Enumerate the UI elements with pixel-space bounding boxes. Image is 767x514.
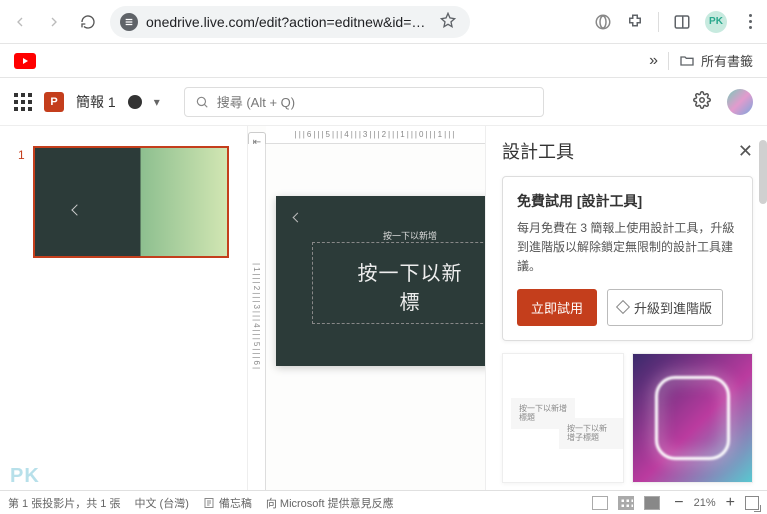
separator [658, 12, 659, 32]
settings-icon[interactable] [693, 91, 711, 112]
design-suggestion-2[interactable] [632, 353, 754, 483]
account-avatar[interactable] [727, 89, 753, 115]
main-area: 1 ⇤ |||6|||5|||4|||3|||2|||1|||0|||1||| … [0, 126, 767, 490]
back-button[interactable] [8, 10, 32, 34]
upsell-title: 免費試用 [設計工具] [517, 191, 738, 211]
design-suggestion-1[interactable]: 按一下以新增 標題 按一下以新增子標題 [502, 353, 624, 483]
youtube-bookmark-icon[interactable] [14, 53, 36, 69]
upsell-body: 每月免費在 3 簡報上使用設計工具，升級到進階版以解除鎖定無限制的設計工具建議。 [517, 219, 738, 277]
upsell-card: 免費試用 [設計工具] 每月免費在 3 簡報上使用設計工具，升級到進階版以解除鎖… [502, 176, 753, 341]
extensions-icon[interactable] [626, 13, 644, 31]
address-bar[interactable]: onedrive.live.com/edit?action=editnew&id… [110, 6, 470, 38]
slide-thumbnail[interactable] [33, 146, 229, 258]
upgrade-button[interactable]: 升級到進階版 [607, 289, 723, 326]
search-placeholder: 搜尋 (Alt + Q) [217, 92, 295, 111]
slide-number: 1 [18, 146, 25, 162]
designer-title: 設計工具 [502, 138, 574, 164]
close-icon[interactable]: ✕ [738, 141, 753, 162]
fit-to-window-icon[interactable] [745, 496, 759, 510]
powerpoint-logo-icon[interactable]: P [44, 92, 64, 112]
chrome-menu-icon[interactable] [741, 14, 759, 29]
app-launcher-icon[interactable] [14, 93, 32, 111]
status-bar: 第 1 張投影片，共 1 張 中文 (台灣) 備忘稿 向 Microsoft 提… [0, 490, 767, 514]
app-header: P 簡報 1 ▾ 搜尋 (Alt + Q) [0, 78, 767, 126]
placeholder-line2: 標 [333, 286, 485, 315]
bookmarks-bar: » 所有書籤 [0, 44, 767, 78]
opera-extension-icon[interactable] [594, 13, 612, 31]
site-info-icon[interactable] [120, 13, 138, 31]
search-icon [195, 95, 209, 109]
vertical-ruler: |1|||2|||3|||4|||5|||6| [248, 144, 266, 490]
placeholder-line1: 按一下以新 [333, 257, 485, 286]
slide-thumbnail-panel: 1 [0, 126, 248, 490]
pointer-icon [293, 213, 303, 223]
slide-sorter-view-icon[interactable] [618, 496, 634, 510]
scrollbar[interactable] [759, 140, 767, 204]
horizontal-ruler: |||6|||5|||4|||3|||2|||1|||0|||1||| [266, 126, 485, 144]
forward-button[interactable] [42, 10, 66, 34]
separator [668, 52, 669, 70]
url-text: onedrive.live.com/edit?action=editnew&id… [146, 14, 432, 30]
premium-diamond-icon [616, 300, 630, 314]
suggestion-subtext: 按一下以新增子標題 [559, 418, 623, 449]
side-panel-icon[interactable] [673, 13, 691, 31]
document-title[interactable]: 簡報 1 [76, 92, 116, 112]
language-label[interactable]: 中文 (台灣) [134, 495, 188, 511]
feedback-link[interactable]: 向 Microsoft 提供意見反應 [266, 495, 394, 511]
title-dropdown-icon[interactable]: ▾ [154, 95, 160, 109]
folder-icon[interactable]: 所有書籤 [679, 51, 753, 70]
slide-editor: ⇤ |||6|||5|||4|||3|||2|||1|||0|||1||| |1… [248, 126, 485, 490]
sensitivity-indicator-icon[interactable] [128, 95, 142, 109]
reload-button[interactable] [76, 10, 100, 34]
try-now-button[interactable]: 立即試用 [517, 289, 597, 326]
title-placeholder[interactable]: 按一下以新增 按一下以新 標 [312, 242, 485, 324]
upgrade-label: 升級到進階版 [634, 298, 712, 317]
design-suggestions: 按一下以新增 標題 按一下以新增子標題 [502, 353, 753, 483]
watermark: PK [10, 465, 40, 488]
designer-pane: 設計工具 ✕ 免費試用 [設計工具] 每月免費在 3 簡報上使用設計工具，升級到… [485, 126, 767, 490]
placeholder-hint: 按一下以新增 [383, 229, 437, 242]
suggestion-text: 按一下以新增 [519, 404, 567, 414]
slide-canvas[interactable]: 按一下以新增 按一下以新 標 [276, 196, 485, 366]
normal-view-icon[interactable] [592, 496, 608, 510]
slide-counter: 第 1 張投影片，共 1 張 [8, 495, 120, 511]
bookmarks-overflow-icon[interactable]: » [649, 52, 658, 70]
profile-avatar[interactable]: PK [705, 11, 727, 33]
zoom-in-button[interactable]: + [726, 494, 735, 512]
all-bookmarks-label: 所有書籤 [701, 51, 753, 70]
browser-toolbar: onedrive.live.com/edit?action=editnew&id… [0, 0, 767, 44]
notes-icon [203, 497, 215, 509]
bookmark-star-icon[interactable] [440, 12, 456, 31]
zoom-out-button[interactable]: − [674, 494, 683, 512]
reading-view-icon[interactable] [644, 496, 660, 510]
search-box[interactable]: 搜尋 (Alt + Q) [184, 87, 544, 117]
zoom-level[interactable]: 21% [694, 497, 716, 509]
notes-button[interactable]: 備忘稿 [203, 495, 252, 511]
